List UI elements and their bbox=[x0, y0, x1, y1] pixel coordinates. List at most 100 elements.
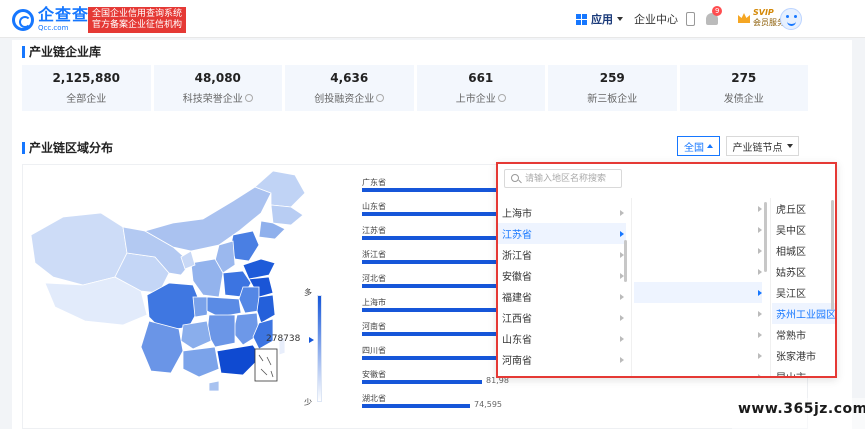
apps-menu[interactable]: 应用 bbox=[576, 0, 623, 38]
stat-card[interactable]: 48,080 科技荣誉企业 bbox=[153, 65, 282, 111]
city-item[interactable] bbox=[634, 303, 762, 324]
stat-label: 发债企业 bbox=[723, 94, 764, 105]
province-bar bbox=[362, 356, 497, 360]
chevron-right-icon bbox=[758, 353, 762, 359]
chevron-down-icon bbox=[617, 17, 623, 21]
district-item[interactable]: 苏州工业园区 bbox=[772, 303, 836, 324]
district-item-label: 张家港市 bbox=[776, 352, 816, 363]
city-item[interactable] bbox=[634, 366, 762, 376]
legend-high-label: 多 bbox=[304, 288, 312, 297]
city-item[interactable] bbox=[634, 219, 762, 240]
province-item[interactable]: 浙江省 bbox=[498, 244, 626, 265]
district-item[interactable]: 常熟市 bbox=[772, 324, 835, 345]
province-name: 安徽省 bbox=[362, 370, 386, 379]
search-icon bbox=[511, 174, 519, 182]
industry-db-title: 产业链企业库 bbox=[22, 45, 101, 59]
province-item[interactable]: 山东省 bbox=[498, 328, 626, 349]
district-item-label: 相城区 bbox=[776, 247, 806, 258]
province-item-label: 江西省 bbox=[502, 314, 532, 325]
province-scrollbar[interactable] bbox=[624, 240, 627, 282]
district-item[interactable]: 昆山市 bbox=[772, 366, 835, 376]
district-item[interactable]: 虎丘区 bbox=[772, 198, 835, 219]
chain-node-select-button[interactable]: 产业链节点 bbox=[726, 136, 799, 156]
official-slogan-badge: 全国企业信用查询系统 官方备案企业征信机构 bbox=[88, 7, 187, 33]
province-name: 河北省 bbox=[362, 274, 386, 283]
district-item[interactable]: 吴江区 bbox=[772, 282, 835, 303]
province-bar bbox=[362, 188, 512, 192]
user-avatar[interactable] bbox=[780, 8, 802, 30]
region-search-box[interactable] bbox=[504, 169, 622, 188]
chevron-right-icon bbox=[620, 357, 624, 363]
info-icon[interactable] bbox=[376, 94, 385, 102]
mobile-phone-icon[interactable] bbox=[686, 12, 695, 26]
province-bar bbox=[362, 332, 512, 336]
district-item[interactable]: 吴中区 bbox=[772, 219, 835, 240]
district-item[interactable]: 姑苏区 bbox=[772, 261, 835, 282]
stat-value: 2,125,880 bbox=[52, 71, 121, 85]
map-region bbox=[206, 296, 242, 318]
info-icon[interactable] bbox=[244, 94, 253, 102]
chevron-down-icon bbox=[786, 144, 793, 148]
province-item-label: 浙江省 bbox=[502, 251, 532, 262]
province-item[interactable]: 河南省 bbox=[498, 349, 626, 370]
south-china-sea-inset bbox=[254, 348, 278, 382]
stat-card[interactable]: 2,125,880 全部企业 bbox=[22, 65, 151, 111]
province-bar bbox=[362, 404, 470, 408]
region-cascader-dropdown: 上海市江苏省浙江省安徽省福建省江西省山东省河南省 虎丘区吴中区相城区姑苏区吴江区… bbox=[496, 162, 837, 378]
district-scrollbar[interactable] bbox=[831, 200, 834, 310]
province-item-label: 福建省 bbox=[502, 293, 532, 304]
chevron-right-icon bbox=[758, 227, 762, 233]
chevron-right-icon bbox=[758, 248, 762, 254]
region-select-button[interactable]: 全国 bbox=[677, 136, 720, 156]
stat-label: 创投融资企业 bbox=[314, 94, 375, 105]
district-item-label: 常熟市 bbox=[776, 331, 806, 342]
chevron-up-icon bbox=[707, 144, 713, 148]
stat-card[interactable]: 275 发债企业 bbox=[679, 65, 808, 111]
china-choropleth-map[interactable] bbox=[23, 165, 323, 429]
stat-value: 259 bbox=[599, 71, 625, 85]
map-legend-scale bbox=[317, 295, 322, 402]
qcc-logo[interactable]: 企查查 Qcc.com bbox=[12, 7, 89, 32]
province-bar bbox=[362, 308, 512, 312]
map-region bbox=[208, 380, 220, 392]
slogan-line-1: 全国企业信用查询系统 bbox=[92, 9, 183, 19]
stat-card[interactable]: 259 新三板企业 bbox=[548, 65, 677, 111]
province-item[interactable]: 安徽省 bbox=[498, 265, 626, 286]
map-region bbox=[140, 320, 184, 374]
province-item[interactable]: 上海市 bbox=[498, 202, 626, 223]
province-item[interactable]: 江苏省 bbox=[498, 223, 626, 244]
city-item[interactable] bbox=[634, 261, 762, 282]
map-region bbox=[30, 212, 128, 286]
stat-card[interactable]: 4,636 创投融资企业 bbox=[285, 65, 414, 111]
district-item[interactable]: 张家港市 bbox=[772, 345, 835, 366]
city-item[interactable] bbox=[634, 345, 762, 366]
region-search-input[interactable] bbox=[525, 172, 619, 185]
province-bar bbox=[362, 260, 512, 264]
map-region bbox=[180, 320, 212, 350]
province-item[interactable]: 福建省 bbox=[498, 286, 626, 307]
city-scrollbar[interactable] bbox=[764, 202, 767, 272]
city-item[interactable] bbox=[634, 198, 762, 219]
stat-card[interactable]: 661 上市企业 bbox=[416, 65, 545, 111]
province-bar bbox=[362, 236, 512, 240]
city-item[interactable] bbox=[634, 324, 762, 345]
stat-value: 4,636 bbox=[330, 71, 369, 85]
district-item-label: 苏州工业园区 bbox=[776, 310, 836, 321]
enterprise-center-link[interactable]: 企业中心 bbox=[634, 0, 678, 38]
logo-mark-icon bbox=[12, 8, 34, 31]
chevron-right-icon bbox=[620, 336, 624, 342]
stats-row: 2,125,880 全部企业 48,080 科技荣誉企业 4,636 创投融资企… bbox=[22, 65, 808, 111]
province-item[interactable]: 江西省 bbox=[498, 307, 626, 328]
city-item[interactable] bbox=[634, 282, 762, 303]
legend-low-label: 少 bbox=[304, 398, 312, 407]
info-icon[interactable] bbox=[497, 94, 506, 102]
city-item[interactable] bbox=[634, 240, 762, 261]
chevron-right-icon bbox=[620, 231, 624, 237]
district-item[interactable]: 相城区 bbox=[772, 240, 835, 261]
stat-value: 661 bbox=[468, 71, 494, 85]
svip-member-button[interactable]: SVIP 会员服务 bbox=[738, 9, 785, 27]
apps-label: 应用 bbox=[591, 13, 613, 26]
chevron-right-icon bbox=[758, 269, 762, 275]
province-bar-row[interactable]: 湖北省 74,595 bbox=[362, 393, 622, 413]
province-bar bbox=[362, 380, 482, 384]
